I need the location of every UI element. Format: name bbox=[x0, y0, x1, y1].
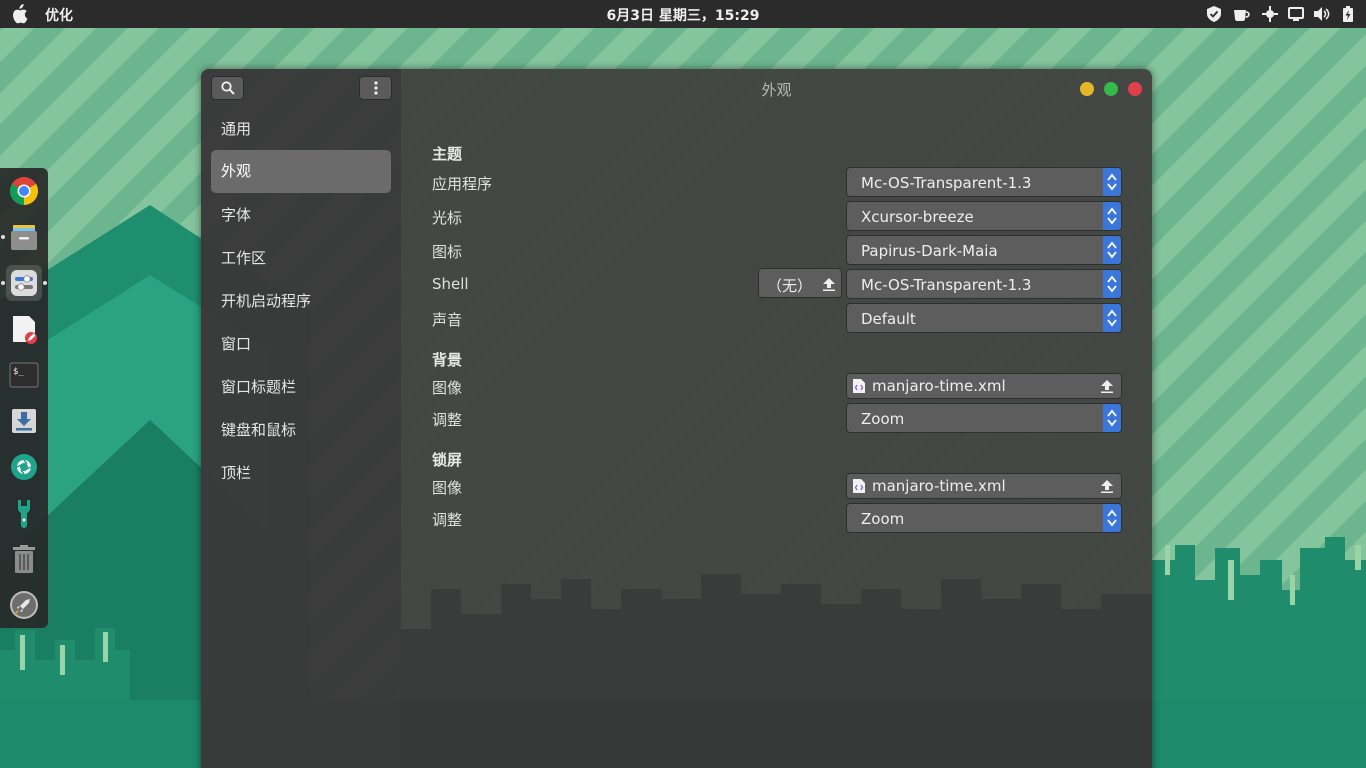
top-bar: 优化 6月3日 星期三，15:29 bbox=[0, 0, 1366, 28]
label-lockscreen-image: 图像 bbox=[432, 479, 463, 497]
combo-value: Zoom bbox=[861, 510, 905, 528]
lockscreen-adjust-combo[interactable]: Zoom bbox=[846, 503, 1122, 533]
combo-value: Default bbox=[861, 310, 916, 328]
close-button[interactable] bbox=[1128, 82, 1142, 96]
network-icon[interactable] bbox=[1262, 6, 1278, 22]
menu-button[interactable] bbox=[359, 76, 392, 100]
files-icon[interactable] bbox=[6, 219, 42, 255]
updown-arrows-icon bbox=[1103, 168, 1121, 196]
background-image-chooser[interactable]: manjaro-time.xml bbox=[846, 373, 1122, 399]
file-name: manjaro-time.xml bbox=[872, 477, 1006, 495]
download-icon[interactable] bbox=[6, 403, 42, 439]
running-indicator bbox=[1, 235, 5, 239]
cup-icon[interactable] bbox=[1232, 6, 1252, 22]
running-indicator bbox=[1, 281, 5, 285]
label-lockscreen-adjust: 调整 bbox=[432, 511, 463, 529]
updown-arrows-icon bbox=[1103, 270, 1121, 298]
battery-icon[interactable] bbox=[1340, 6, 1356, 22]
tweaks-window: 外观 通用 外观 字体 工作区 开机启动程序 窗口 窗口标题栏 键盘和鼠标 顶栏… bbox=[201, 69, 1152, 768]
trash-icon[interactable] bbox=[6, 541, 42, 577]
apple-logo-icon[interactable] bbox=[10, 4, 28, 24]
section-title-themes: 主题 bbox=[432, 145, 463, 163]
text-editor-icon[interactable] bbox=[6, 311, 42, 347]
lockscreen-image-chooser[interactable]: manjaro-time.xml bbox=[846, 473, 1122, 499]
app-menu[interactable]: 优化 bbox=[45, 5, 73, 25]
updown-arrows-icon bbox=[1103, 202, 1121, 230]
upload-icon bbox=[1101, 379, 1115, 393]
combo-value: Xcursor-breeze bbox=[861, 208, 974, 226]
shell-none-button[interactable]: （无） bbox=[758, 268, 842, 298]
terminal-icon[interactable]: $_ bbox=[6, 357, 42, 393]
minimize-button[interactable] bbox=[1080, 82, 1094, 96]
sidebar-item-keyboard-mouse[interactable]: 键盘和鼠标 bbox=[211, 409, 391, 452]
sidebar-item-general[interactable]: 通用 bbox=[211, 108, 391, 151]
upload-icon bbox=[1101, 479, 1115, 493]
updown-arrows-icon bbox=[1103, 504, 1121, 532]
dock: $_ bbox=[0, 168, 48, 628]
settings-wrench-icon[interactable] bbox=[6, 495, 42, 531]
updown-arrows-icon bbox=[1103, 304, 1121, 332]
combo-value: Mc-OS-Transparent-1.3 bbox=[861, 276, 1032, 294]
combo-value: Mc-OS-Transparent-1.3 bbox=[861, 174, 1032, 192]
screen-icon[interactable] bbox=[1288, 6, 1304, 22]
applications-theme-combo[interactable]: Mc-OS-Transparent-1.3 bbox=[846, 167, 1122, 197]
volume-icon[interactable] bbox=[1314, 6, 1330, 22]
window-title: 外观 bbox=[761, 81, 792, 99]
sound-theme-combo[interactable]: Default bbox=[846, 303, 1122, 333]
maximize-button[interactable] bbox=[1104, 82, 1118, 96]
system-tray bbox=[1206, 4, 1356, 24]
label-cursor: 光标 bbox=[432, 209, 463, 227]
sidebar-item-startup-apps[interactable]: 开机启动程序 bbox=[211, 280, 391, 323]
section-title-background: 背景 bbox=[432, 351, 463, 369]
shell-theme-combo[interactable]: Mc-OS-Transparent-1.3 bbox=[846, 269, 1122, 299]
tweaks-icon[interactable] bbox=[6, 265, 42, 301]
xml-file-icon bbox=[853, 379, 865, 393]
upload-icon bbox=[823, 277, 835, 295]
running-indicator bbox=[43, 281, 47, 285]
clock[interactable]: 6月3日 星期三，15:29 bbox=[607, 8, 760, 24]
label-sound: 声音 bbox=[432, 311, 463, 329]
cursor-theme-combo[interactable]: Xcursor-breeze bbox=[846, 201, 1122, 231]
sidebar-item-top-bar[interactable]: 顶栏 bbox=[211, 452, 391, 495]
combo-value: Zoom bbox=[861, 410, 905, 428]
sidebar-item-windows[interactable]: 窗口 bbox=[211, 323, 391, 366]
label-background-image: 图像 bbox=[432, 379, 463, 397]
file-name: manjaro-time.xml bbox=[872, 377, 1006, 395]
sidebar-item-appearance[interactable]: 外观 bbox=[211, 150, 391, 193]
sidebar-item-workspaces[interactable]: 工作区 bbox=[211, 237, 391, 280]
label-background-adjust: 调整 bbox=[432, 411, 463, 429]
camera-shutter-icon[interactable] bbox=[6, 449, 42, 485]
kebab-menu-icon bbox=[373, 81, 378, 95]
icons-theme-combo[interactable]: Papirus-Dark-Maia bbox=[846, 235, 1122, 265]
svg-text:$_: $_ bbox=[13, 367, 24, 377]
xml-file-icon bbox=[853, 479, 865, 493]
shield-icon[interactable] bbox=[1206, 6, 1222, 22]
label-applications: 应用程序 bbox=[432, 175, 493, 193]
chrome-icon[interactable] bbox=[6, 173, 42, 209]
search-button[interactable] bbox=[211, 76, 244, 100]
none-label: （无） bbox=[767, 277, 813, 295]
updown-arrows-icon bbox=[1103, 236, 1121, 264]
updown-arrows-icon bbox=[1103, 404, 1121, 432]
rocket-icon[interactable] bbox=[6, 587, 42, 623]
label-icons: 图标 bbox=[432, 243, 463, 261]
search-icon bbox=[220, 81, 235, 95]
background-adjust-combo[interactable]: Zoom bbox=[846, 403, 1122, 433]
sidebar-item-fonts[interactable]: 字体 bbox=[211, 194, 391, 237]
label-shell: Shell bbox=[432, 275, 469, 293]
combo-value: Papirus-Dark-Maia bbox=[861, 242, 998, 260]
section-title-lock-screen: 锁屏 bbox=[432, 451, 463, 469]
sidebar-item-window-titlebars[interactable]: 窗口标题栏 bbox=[211, 366, 391, 409]
